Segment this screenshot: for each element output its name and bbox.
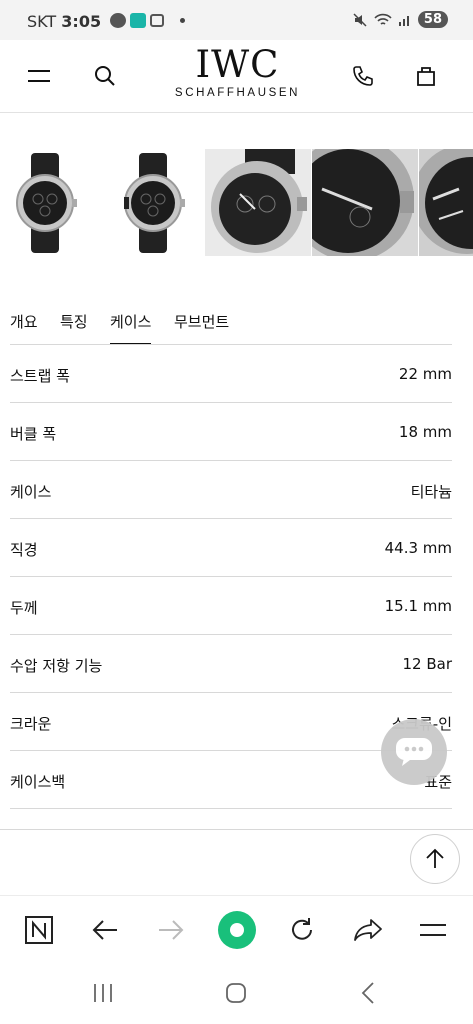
search-button[interactable] (85, 56, 125, 96)
logo-sub-text: SCHAFFHAUSEN (174, 87, 301, 99)
gallery-image[interactable] (312, 149, 418, 256)
app-notification-icon (130, 13, 146, 28)
logo-main-text: IWC (195, 43, 280, 86)
section-divider (0, 829, 473, 830)
more-notifications-icon (180, 18, 185, 23)
naver-logo-icon (25, 916, 53, 944)
arrow-up-icon (426, 848, 444, 868)
refresh-icon (292, 918, 312, 940)
wifi-icon (374, 13, 392, 25)
share-button[interactable] (348, 910, 388, 950)
spec-value: 44.3 mm (384, 539, 452, 557)
signal-icon (398, 15, 409, 26)
spec-label: 버클 폭 (10, 425, 57, 443)
forward-button[interactable] (151, 910, 191, 950)
spec-row: 수압 저항 기능 12 Bar (10, 635, 452, 693)
spec-row: 케이스 티타늄 (10, 461, 452, 519)
home-icon (226, 983, 246, 1003)
product-image-gallery[interactable] (0, 149, 473, 256)
refresh-button[interactable] (282, 910, 322, 950)
watch-closeup-image (312, 149, 418, 256)
tab-overview[interactable]: 개요 (10, 311, 38, 345)
chevron-left-icon (361, 982, 374, 1004)
gallery-image[interactable] (0, 149, 92, 256)
spec-row: 스트랩 폭 22 mm (10, 345, 452, 403)
system-navigation-bar (0, 963, 473, 1024)
spec-value: 22 mm (398, 365, 452, 383)
site-header: IWC SCHAFFHAUSEN (0, 40, 473, 113)
hamburger-icon (28, 70, 50, 82)
shopping-bag-icon (417, 67, 435, 86)
green-dot-button[interactable] (217, 910, 257, 950)
spec-label: 두께 (10, 599, 38, 617)
back-button[interactable] (85, 910, 125, 950)
spec-label: 크라운 (10, 715, 52, 733)
browser-menu-button[interactable] (413, 910, 453, 950)
status-bar: SKT 3:05 58 (0, 0, 473, 40)
notification-icons (110, 13, 185, 28)
browser-toolbar (0, 895, 473, 963)
watch-closeup-image (205, 149, 311, 256)
spec-value: 18 mm (398, 423, 452, 441)
gallery-image[interactable] (108, 149, 200, 256)
share-arrow-icon (354, 919, 382, 941)
spec-row: 버클 폭 18 mm (10, 403, 452, 461)
spec-label: 스트랩 폭 (10, 367, 70, 385)
tab-movement[interactable]: 무브먼트 (174, 311, 229, 345)
clock-time: 3:05 (61, 12, 102, 31)
phone-icon (353, 66, 373, 86)
carrier-name: SKT (27, 12, 57, 31)
spec-value: 티타늄 (410, 483, 452, 501)
scroll-to-top-button[interactable] (410, 834, 460, 884)
watch-closeup-image (419, 149, 473, 256)
arrow-left-icon (92, 920, 117, 940)
spec-row: 두께 15.1 mm (10, 577, 452, 635)
arrow-right-icon (159, 920, 184, 940)
cart-button[interactable] (406, 56, 446, 96)
chat-button[interactable] (381, 719, 447, 785)
spec-row: 직경 44.3 mm (10, 519, 452, 577)
battery-level: 58 (417, 11, 448, 28)
spec-tabs: 개요 특징 케이스 무브먼트 (0, 303, 473, 345)
brand-logo[interactable]: IWC SCHAFFHAUSEN (150, 43, 325, 99)
recent-apps-button[interactable] (83, 977, 123, 1009)
hamburger-icon (420, 924, 446, 936)
watch-image (16, 153, 77, 253)
gallery-image[interactable] (205, 149, 311, 256)
status-carrier-time: SKT 3:05 (27, 12, 101, 31)
spec-value: 15.1 mm (384, 597, 452, 615)
tab-features[interactable]: 특징 (60, 311, 88, 345)
menu-button[interactable] (19, 56, 59, 96)
call-button[interactable] (343, 56, 383, 96)
green-dot-icon (218, 911, 256, 949)
spec-label: 케이스 (10, 483, 52, 501)
system-back-button[interactable] (349, 977, 389, 1009)
watch-image (124, 153, 185, 253)
chat-bubble-icon (396, 738, 432, 766)
spec-label: 케이스백 (10, 773, 66, 791)
gallery-image[interactable] (419, 149, 473, 256)
search-icon (95, 66, 115, 86)
screenshot-notification-icon (150, 14, 164, 27)
chat-notification-icon (110, 13, 126, 28)
spec-label: 직경 (10, 541, 38, 559)
naver-home-button[interactable] (19, 910, 59, 950)
spec-value: 12 Bar (402, 655, 452, 673)
recent-apps-icon (94, 984, 112, 1002)
spec-label: 수압 저항 기능 (10, 657, 103, 675)
tab-case[interactable]: 케이스 (110, 311, 152, 345)
mute-icon (353, 12, 367, 27)
home-button[interactable] (216, 977, 256, 1009)
system-icons: 58 (352, 11, 448, 28)
